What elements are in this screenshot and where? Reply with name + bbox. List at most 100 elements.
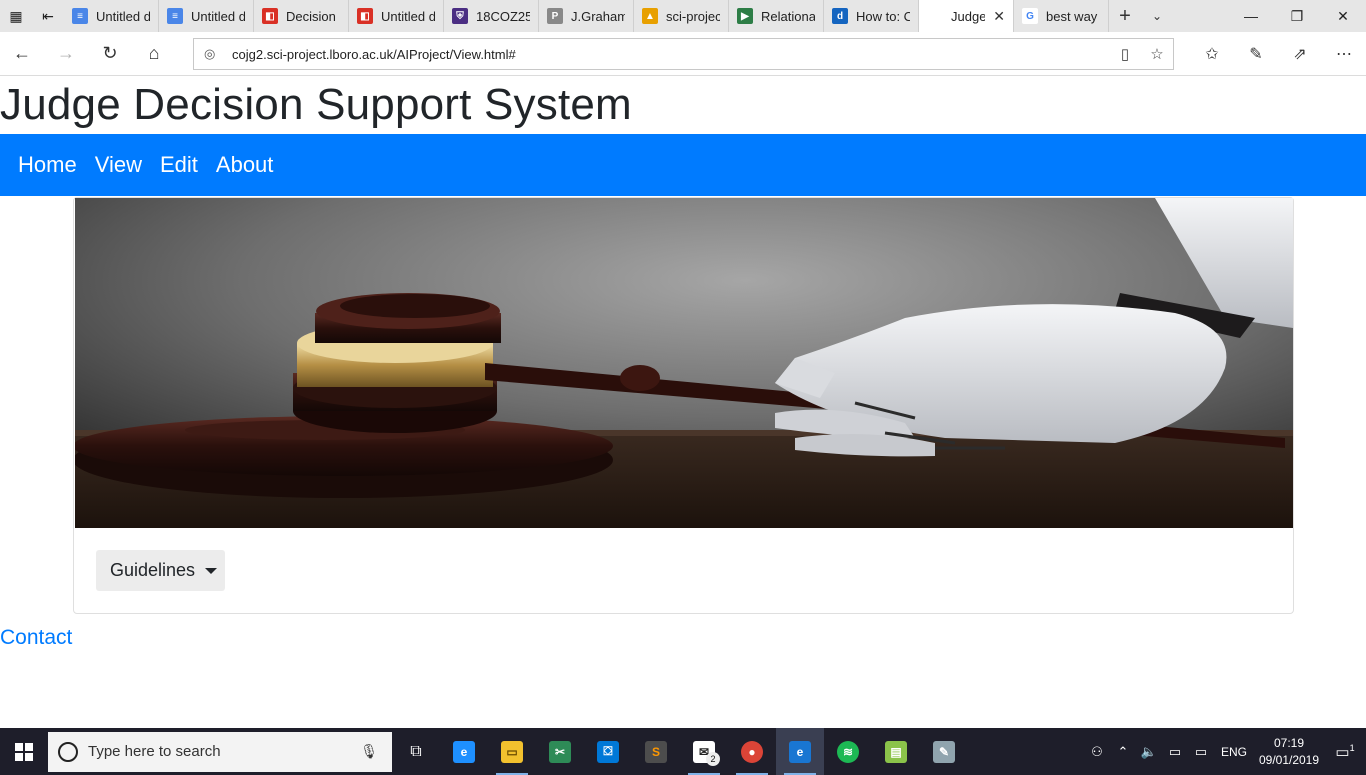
set-aside-tabs-icon[interactable]: ▦ xyxy=(0,0,32,32)
browser-tab[interactable]: ≡ Untitled d xyxy=(159,0,254,32)
file-explorer-icon[interactable]: ▭ xyxy=(488,728,536,775)
share-icon[interactable]: ⇗ xyxy=(1278,32,1322,76)
close-window-icon[interactable]: ✕ xyxy=(1320,0,1366,32)
favorite-star-icon[interactable]: ☆ xyxy=(1141,45,1173,63)
mail-icon[interactable]: ✉ 2 xyxy=(680,728,728,775)
paint-icon[interactable]: ✎ xyxy=(920,728,968,775)
back-arrow-icon[interactable]: ← xyxy=(0,32,44,76)
google-icon: G xyxy=(1022,8,1038,24)
guidelines-dropdown-button[interactable]: Guidelines xyxy=(96,550,225,591)
nav-view-link[interactable]: View xyxy=(86,152,151,178)
input-language[interactable]: ENG xyxy=(1214,745,1254,759)
snipping-tool-icon[interactable]: ✂ xyxy=(536,728,584,775)
slides-icon: ◧ xyxy=(262,8,278,24)
store-icon[interactable]: ⛋ xyxy=(584,728,632,775)
tab-title: Untitled d xyxy=(96,8,150,24)
gavel-robot-illustration xyxy=(75,198,1293,528)
more-menu-icon[interactable]: ⋯ xyxy=(1322,32,1366,76)
docs-icon: ≡ xyxy=(72,8,88,24)
browser-tab[interactable]: ◧ Untitled d xyxy=(349,0,444,32)
taskbar-search-box[interactable]: Type here to search 🎙 xyxy=(48,731,392,772)
clock[interactable]: 07:19 09/01/2019 xyxy=(1254,735,1324,769)
docs-site-icon: d xyxy=(832,8,848,24)
globe-icon: ◎ xyxy=(204,46,216,61)
address-bar: ← → ↻ ⌂ ◎ cojg2.sci-project.lboro.ac.uk/… xyxy=(0,32,1366,76)
web-page: Judge Decision Support System Home View … xyxy=(0,77,1366,728)
windows-taskbar: Type here to search 🎙 ⧉ e ▭ ✂ ⛋ S ✉ 2 ● … xyxy=(0,728,1366,775)
tab-title: Untitled d xyxy=(381,8,435,24)
hero-image-gavel-robot-hand xyxy=(75,198,1293,528)
task-view-icon[interactable]: ⧉ xyxy=(392,728,440,775)
browser-tab[interactable]: ▲ sci-projec xyxy=(634,0,729,32)
browser-tab-active[interactable]: Judge ✕ xyxy=(919,0,1014,32)
tab-title: Judge xyxy=(951,8,986,24)
chrome-icon[interactable]: ● xyxy=(728,728,776,775)
nav-home-link[interactable]: Home xyxy=(9,152,86,178)
nav-about-link[interactable]: About xyxy=(207,152,283,178)
phpmyadmin-icon: ▲ xyxy=(642,8,658,24)
refresh-icon[interactable]: ↻ xyxy=(88,32,132,76)
favorites-icon[interactable]: ✩ xyxy=(1190,32,1234,76)
mail-badge: 2 xyxy=(706,752,720,766)
clock-time: 07:19 xyxy=(1273,735,1305,750)
terminal-icon: ▶ xyxy=(737,8,753,24)
tab-preview-chevron-icon[interactable]: ⌄ xyxy=(1141,0,1173,32)
volume-icon[interactable]: 🔈 xyxy=(1136,744,1162,760)
pdf-icon: P xyxy=(547,8,563,24)
clock-date: 09/01/2019 xyxy=(1258,752,1320,767)
browser-tab[interactable]: d How to: C xyxy=(824,0,919,32)
edge-icon[interactable]: e xyxy=(776,728,824,775)
tab-title: Untitled d xyxy=(191,8,245,24)
system-tray: ⚇ ⌃ 🔈 ▭ ▭ ENG 07:19 09/01/2019 ▭1 xyxy=(1084,728,1366,775)
browser-tab[interactable]: ⛨ 18COZ25 xyxy=(444,0,539,32)
close-tab-icon[interactable]: ✕ xyxy=(993,8,1005,25)
nav-edit-link[interactable]: Edit xyxy=(151,152,207,178)
search-placeholder: Type here to search xyxy=(88,743,221,760)
tab-bar: ▦ ⇤ ≡ Untitled d ≡ Untitled d ◧ Decision… xyxy=(0,0,1366,32)
restore-icon[interactable]: ❐ xyxy=(1274,0,1320,32)
browser-tab[interactable]: P J.Graham xyxy=(539,0,634,32)
browser-tab[interactable]: ▶ Relationa xyxy=(729,0,824,32)
battery-icon[interactable]: ▭ xyxy=(1188,744,1214,760)
browser-tab[interactable]: G best way xyxy=(1014,0,1109,32)
internet-explorer-icon[interactable]: e xyxy=(440,728,488,775)
notification-count: 1 xyxy=(1349,742,1355,753)
new-tab-icon[interactable]: + xyxy=(1109,0,1141,32)
pen-notes-icon[interactable]: ✎ xyxy=(1234,32,1278,76)
sublime-text-icon[interactable]: S xyxy=(632,728,680,775)
browser-tab[interactable]: ◧ Decision xyxy=(254,0,349,32)
action-center-icon[interactable]: ▭1 xyxy=(1324,743,1366,761)
tab-title: sci-projec xyxy=(666,8,720,24)
reading-view-icon[interactable]: ▯ xyxy=(1109,45,1141,63)
home-icon[interactable]: ⌂ xyxy=(132,32,176,76)
show-hidden-icons-chevron-icon[interactable]: ⌃ xyxy=(1110,744,1136,760)
main-navbar: Home View Edit About xyxy=(0,134,1366,196)
toolbar-right: ✩ ✎ ⇗ ⋯ xyxy=(1190,32,1366,76)
window-controls: — ❐ ✕ xyxy=(1228,0,1366,32)
tab-title: Relationa xyxy=(761,8,815,24)
tab-title: J.Graham xyxy=(571,8,625,24)
contact-link[interactable]: Contact xyxy=(0,626,72,650)
slides-icon: ◧ xyxy=(357,8,373,24)
cortana-icon xyxy=(58,741,78,762)
browser-tab[interactable]: ≡ Untitled d xyxy=(64,0,159,32)
university-shield-icon: ⛨ xyxy=(452,8,468,24)
caret-down-icon xyxy=(205,567,218,574)
minimize-icon[interactable]: — xyxy=(1228,0,1274,32)
tab-title: best way xyxy=(1046,8,1098,24)
network-icon[interactable]: ▭ xyxy=(1162,744,1188,760)
project-app-icon[interactable]: ▤ xyxy=(872,728,920,775)
forward-arrow-icon[interactable]: → xyxy=(44,32,88,76)
url-text: cojg2.sci-project.lboro.ac.uk/AIProject/… xyxy=(232,46,516,62)
tab-title: How to: C xyxy=(856,8,910,24)
guidelines-label: Guidelines xyxy=(110,560,196,580)
tabs-aside-icon[interactable]: ⇤ xyxy=(32,0,64,32)
docs-icon: ≡ xyxy=(167,8,183,24)
microphone-icon[interactable]: 🎙 xyxy=(360,743,378,760)
tab-title: 18COZ25 xyxy=(476,8,530,24)
url-field[interactable]: ◎ cojg2.sci-project.lboro.ac.uk/AIProjec… xyxy=(193,38,1174,70)
people-icon[interactable]: ⚇ xyxy=(1084,744,1110,760)
spotify-icon[interactable]: ≋ xyxy=(824,728,872,775)
windows-start-icon[interactable] xyxy=(0,728,48,775)
page-title: Judge Decision Support System xyxy=(0,80,632,129)
